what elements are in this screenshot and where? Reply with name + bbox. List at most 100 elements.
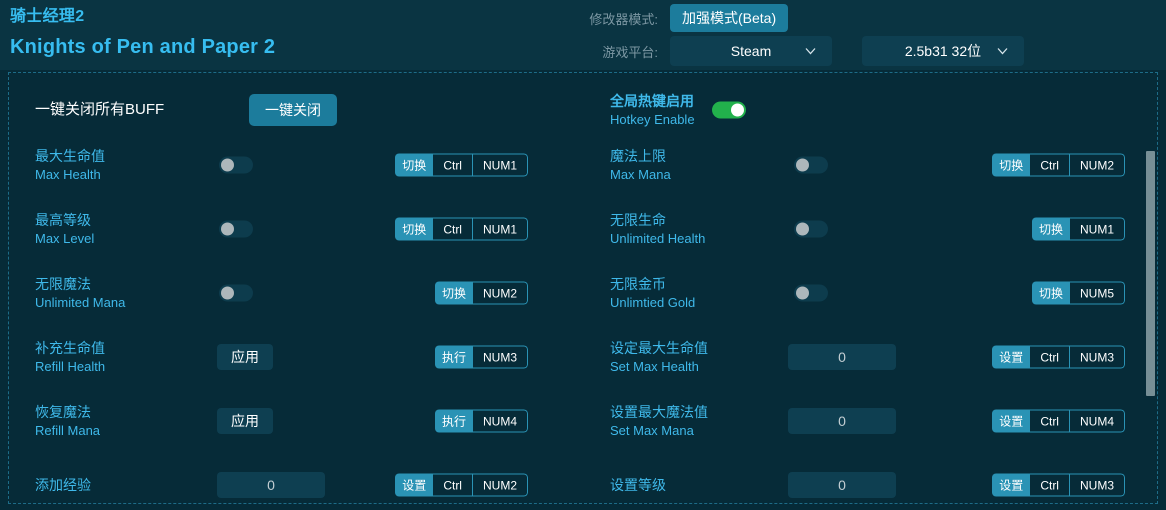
platform-select-value: Steam [730,43,772,59]
option-label-en: Refill Mana [35,423,101,438]
option-toggle[interactable] [219,220,253,238]
hotkey-action-label: 切换 [1031,217,1070,241]
hotkey-chip[interactable]: 设置 Ctrl NUM3 [992,345,1125,369]
apply-button[interactable]: 应用 [217,344,273,370]
option-row-unlimited-gold: 无限金币 Unlimtied Gold 切换 NUM5 [584,261,1157,325]
game-platform-label: 游戏平台: [602,44,658,60]
option-row-refill-health: 补充生命值 Refill Health 应用 执行 NUM3 [9,325,584,389]
option-label-en: Unlimited Health [610,231,706,246]
hotkey-action-label: 设置 [395,473,434,497]
value-input[interactable] [788,408,896,434]
hotkey-key: NUM4 [1079,414,1114,428]
hotkey-action-label: 设置 [992,345,1031,369]
hotkey-chip[interactable]: 设置 Ctrl NUM2 [395,473,528,497]
platform-select[interactable]: Steam [670,36,832,66]
option-label: 最高等级 Max Level [35,210,94,248]
version-select[interactable]: 2.5b31 32位 [862,36,1024,66]
hotkey-chip[interactable]: 切换 NUM2 [434,281,528,305]
trainer-mode-label: 修改器模式: [589,11,658,27]
option-label-en: Refill Health [35,359,106,374]
hotkey-action-label: 切换 [1031,281,1070,305]
vertical-scrollbar-track[interactable] [1146,73,1155,503]
hotkey-key: NUM3 [1079,478,1114,492]
option-label: 无限魔法 Unlimited Mana [35,274,125,312]
option-label-cn: 最高等级 [35,212,91,228]
option-label-en: Max Mana [610,167,671,182]
hotkey-keys: Ctrl NUM3 [1030,473,1125,497]
cheat-options-scroll-area[interactable]: 一键关闭所有BUFF 一键关闭 最大生命值 Max Health 切换 Ctrl NU… [9,73,1157,503]
header-controls: 修改器模式: 加强模式(Beta) 游戏平台: Steam 2.5b31 32位 [575,0,1155,70]
apply-button[interactable]: 应用 [217,408,273,434]
option-row-set-level: 设置等级 设置 Ctrl NUM3 [584,453,1157,503]
option-label: 设置等级 [610,475,666,495]
hotkey-chip[interactable]: 切换 Ctrl NUM1 [395,153,528,177]
hotkey-key: Ctrl [1030,474,1070,496]
app-title-en: Knights of Pen and Paper 2 [10,36,276,58]
hotkey-keys: NUM1 [1069,217,1125,241]
hotkey-chip[interactable]: 切换 Ctrl NUM1 [395,217,528,241]
hotkey-keys: NUM3 [472,345,528,369]
option-row-max-level: 最高等级 Max Level 切换 Ctrl NUM1 [9,197,584,261]
option-label-cn: 无限金币 [610,276,666,292]
cheat-options-panel: 一键关闭所有BUFF 一键关闭 最大生命值 Max Health 切换 Ctrl NU… [8,72,1158,504]
option-toggle[interactable] [794,284,828,302]
option-label-cn: 全局热键启用 [610,93,694,109]
hotkey-action-label: 切换 [992,153,1031,177]
hotkey-chip[interactable]: 切换 NUM5 [1031,281,1125,305]
hotkey-action-label: 切换 [395,153,434,177]
option-row-max-mana: 魔法上限 Max Mana 切换 Ctrl NUM2 [584,133,1157,197]
hotkey-key: NUM2 [482,478,517,492]
option-label-en: Set Max Mana [610,423,694,438]
option-label-cn: 一键关闭所有BUFF [35,101,165,118]
option-label-en: Max Level [35,231,95,246]
toggle-knob [796,222,809,236]
hotkey-key: Ctrl [1030,346,1070,368]
toggle-knob [221,222,234,236]
option-label: 魔法上限 Max Mana [610,146,671,184]
game-platform-row: 游戏平台: Steam 2.5b31 32位 [575,36,1024,66]
option-toggle[interactable] [794,156,828,174]
value-input[interactable] [788,344,896,370]
option-label-en: Max Health [35,167,101,182]
option-label-en: Unlimited Mana [35,295,126,310]
hotkey-action-label: 设置 [992,473,1031,497]
option-toggle[interactable] [712,101,746,119]
option-label-cn: 最大生命值 [35,148,105,164]
hotkey-key: Ctrl [1030,154,1070,176]
hotkey-keys: NUM4 [472,409,528,433]
hotkey-key: NUM1 [1079,222,1114,236]
hotkey-chip[interactable]: 执行 NUM3 [434,345,528,369]
option-toggle[interactable] [219,284,253,302]
option-label-cn: 补充生命值 [35,340,105,356]
hotkey-key: NUM2 [1079,158,1114,172]
toggle-knob [221,286,234,300]
hotkey-key: NUM1 [482,222,517,236]
value-input[interactable] [217,472,325,498]
option-toggle[interactable] [794,220,828,238]
hotkey-chip[interactable]: 执行 NUM4 [434,409,528,433]
option-label: 无限生命 Unlimited Health [610,210,705,248]
enhanced-mode-button[interactable]: 加强模式(Beta) [670,4,789,32]
option-toggle[interactable] [219,156,253,174]
trainer-mode-row: 修改器模式: 加强模式(Beta) [575,4,789,32]
option-row-refill-mana: 恢复魔法 Refill Mana 应用 执行 NUM4 [9,389,584,453]
option-row-unlimited-health: 无限生命 Unlimited Health 切换 NUM1 [584,197,1157,261]
toggle-knob [221,158,234,172]
hotkey-chip[interactable]: 切换 NUM1 [1031,217,1125,241]
hotkey-chip[interactable]: 切换 Ctrl NUM2 [992,153,1125,177]
hotkey-action-label: 切换 [395,217,434,241]
hotkey-keys: Ctrl NUM2 [1030,153,1125,177]
vertical-scrollbar-thumb[interactable] [1146,151,1155,396]
hotkey-keys: Ctrl NUM4 [1030,409,1125,433]
chevron-down-icon [805,46,816,57]
hotkey-chip[interactable]: 设置 Ctrl NUM4 [992,409,1125,433]
value-input[interactable] [788,472,896,498]
hotkey-key: Ctrl [433,474,473,496]
close-all-buffs-button[interactable]: 一键关闭 [249,94,337,126]
hotkey-action-label: 执行 [434,345,473,369]
hotkey-key: NUM5 [1079,286,1114,300]
app-header: 骑士经理2 Knights of Pen and Paper 2 修改器模式: … [0,0,1166,70]
hotkey-keys: Ctrl NUM3 [1030,345,1125,369]
hotkey-chip[interactable]: 设置 Ctrl NUM3 [992,473,1125,497]
option-label-cn: 恢复魔法 [35,404,91,420]
